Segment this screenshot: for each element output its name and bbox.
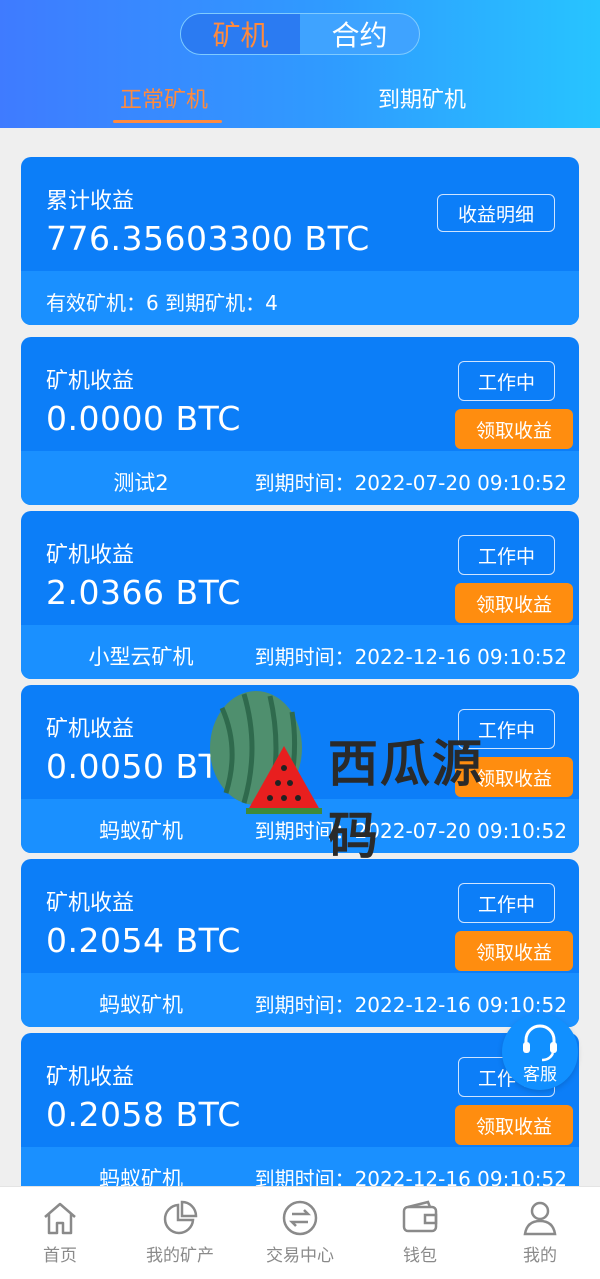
total-earnings-amount: 776.35603300 BTC — [46, 219, 370, 258]
tab-trading-center-label: 交易中心 — [266, 1246, 334, 1266]
miner-name: 测试2 — [113, 471, 169, 495]
claim-earnings-button[interactable]: 领取收益 — [455, 931, 573, 971]
tab-me[interactable]: 我的 — [480, 1187, 600, 1279]
header: 矿机 合约 正常矿机 到期矿机 — [0, 0, 600, 128]
top-segment-control: 矿机 合约 — [180, 13, 420, 55]
watermark-text: 西瓜源码 — [328, 735, 484, 865]
status-badge: 工作中 — [458, 361, 555, 401]
miner-name: 蚂蚁矿机 — [99, 993, 183, 1017]
summary-footer: 有效矿机：6 到期矿机：4 — [21, 271, 579, 325]
watermark: 西瓜源码 — [200, 688, 530, 865]
tab-my-assets[interactable]: 我的矿产 — [120, 1187, 240, 1279]
earnings-detail-button[interactable]: 收益明细 — [437, 194, 555, 232]
status-badge: 工作中 — [458, 535, 555, 575]
customer-service-button[interactable]: 客服 — [502, 1014, 578, 1090]
home-icon — [44, 1202, 76, 1235]
sub-tabs: 正常矿机 到期矿机 — [0, 82, 600, 126]
miner-card: 矿机收益 0.0000 BTC 工作中 领取收益 测试2 到期时间：2022-0… — [21, 337, 579, 505]
claim-earnings-button[interactable]: 领取收益 — [455, 583, 573, 623]
miner-card: 矿机收益 0.2054 BTC 工作中 领取收益 蚂蚁矿机 到期时间：2022-… — [21, 859, 579, 1027]
miner-name: 小型云矿机 — [88, 645, 194, 669]
total-earnings-label: 累计收益 — [46, 189, 135, 214]
tab-wallet[interactable]: 钱包 — [360, 1187, 480, 1279]
summary-card: 累计收益 776.35603300 BTC 收益明细 有效矿机：6 到期矿机：4 — [21, 157, 579, 325]
miner-footer: 蚂蚁矿机 到期时间：2022-12-16 09:10:52 — [21, 973, 579, 1027]
headset-icon — [523, 1024, 557, 1062]
bottom-tab-bar: 首页 我的矿产 交易中心 钱包 我的 — [0, 1186, 600, 1279]
tab-home-label: 首页 — [43, 1246, 77, 1266]
miner-card: 矿机收益 2.0366 BTC 工作中 领取收益 小型云矿机 到期时间：2022… — [21, 511, 579, 679]
miner-footer: 测试2 到期时间：2022-07-20 09:10:52 — [21, 451, 579, 505]
tab-my-assets-label: 我的矿产 — [146, 1246, 214, 1266]
exchange-icon — [282, 1200, 318, 1236]
miner-earnings-amount: 0.2054 BTC — [46, 921, 241, 960]
tab-wallet-label: 钱包 — [403, 1246, 437, 1266]
miner-earnings-label: 矿机收益 — [46, 891, 135, 916]
miner-earnings-label: 矿机收益 — [46, 369, 135, 394]
miner-earnings-label: 矿机收益 — [46, 1065, 135, 1090]
claim-earnings-button[interactable]: 领取收益 — [455, 1105, 573, 1145]
miner-name: 蚂蚁矿机 — [99, 819, 183, 843]
miner-footer: 小型云矿机 到期时间：2022-12-16 09:10:52 — [21, 625, 579, 679]
wallet-icon — [402, 1200, 438, 1233]
miner-earnings-label: 矿机收益 — [46, 543, 135, 568]
miner-earnings-label: 矿机收益 — [46, 717, 135, 742]
miner-earnings-amount: 2.0366 BTC — [46, 573, 241, 612]
expire-time: 到期时间：2022-12-16 09:10:52 — [254, 645, 567, 669]
miner-earnings-amount: 0.0000 BTC — [46, 399, 241, 438]
subtab-expired-miners[interactable]: 到期矿机 — [378, 82, 466, 114]
tab-miner[interactable]: 矿机 — [181, 14, 300, 54]
tab-trading-center[interactable]: 交易中心 — [240, 1187, 360, 1279]
watermelon-logo-icon — [210, 691, 322, 814]
pie-chart-icon — [163, 1200, 198, 1235]
expire-time: 到期时间：2022-07-20 09:10:52 — [254, 471, 567, 495]
subtab-normal-miners[interactable]: 正常矿机 — [120, 82, 208, 114]
miner-stats: 有效矿机：6 到期矿机：4 — [46, 291, 278, 315]
tab-home[interactable]: 首页 — [0, 1187, 120, 1279]
user-icon — [523, 1201, 557, 1236]
tab-me-label: 我的 — [523, 1246, 557, 1266]
tab-contract[interactable]: 合约 — [300, 14, 419, 54]
claim-earnings-button[interactable]: 领取收益 — [455, 409, 573, 449]
miner-earnings-amount: 0.2058 BTC — [46, 1095, 241, 1134]
customer-service-label: 客服 — [523, 1065, 557, 1085]
status-badge: 工作中 — [458, 883, 555, 923]
subtab-underline — [113, 120, 222, 123]
expire-time: 到期时间：2022-12-16 09:10:52 — [254, 993, 567, 1017]
miner-card: 矿机收益 0.2058 BTC 工作中 领取收益 蚂蚁矿机 到期时间：2022-… — [21, 1033, 579, 1201]
